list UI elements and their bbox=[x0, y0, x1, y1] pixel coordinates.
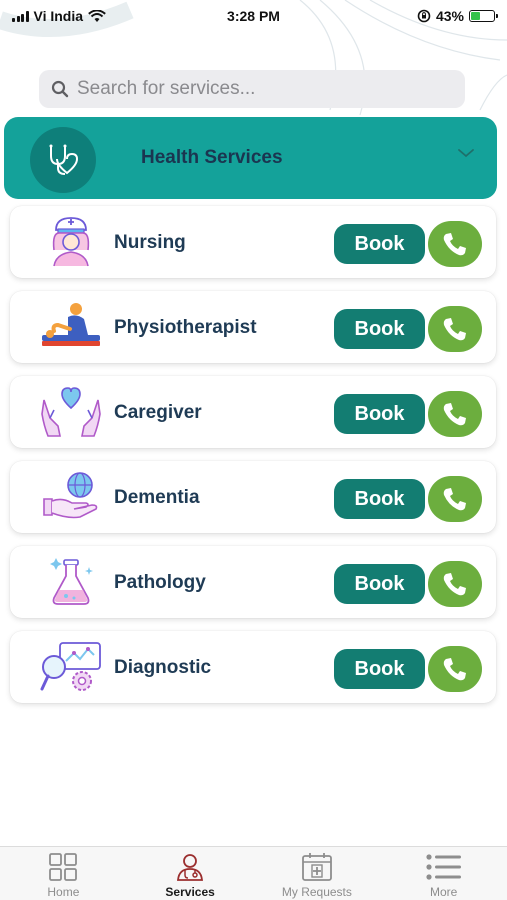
chevron-down-icon[interactable] bbox=[457, 147, 475, 159]
tab-home[interactable]: Home bbox=[0, 847, 127, 900]
call-button-physiotherapist[interactable] bbox=[428, 306, 482, 352]
tab-label: My Requests bbox=[281, 885, 352, 899]
call-button-pathology[interactable] bbox=[428, 561, 482, 607]
diagnostic-monitor-icon bbox=[40, 642, 101, 691]
call-button-diagnostic[interactable] bbox=[428, 646, 482, 692]
lab-flask-icon bbox=[50, 558, 93, 605]
status-bar: Vi India 3:28 PM 43% bbox=[0, 0, 507, 32]
book-button-diagnostic[interactable]: Book bbox=[334, 649, 425, 689]
service-name: Dementia bbox=[114, 487, 200, 508]
service-card-nursing[interactable]: Nursing Book bbox=[10, 206, 496, 278]
globe-hand-icon bbox=[43, 472, 98, 519]
service-name: Diagnostic bbox=[114, 657, 212, 678]
call-button-nursing[interactable] bbox=[428, 221, 482, 267]
service-card-physiotherapist[interactable]: Physiotherapist Book bbox=[10, 291, 496, 363]
service-name: Nursing bbox=[114, 232, 186, 253]
status-time: 3:28 PM bbox=[227, 8, 280, 24]
book-button-dementia[interactable]: Book bbox=[334, 479, 425, 519]
phone-icon bbox=[443, 488, 466, 511]
book-button-caregiver[interactable]: Book bbox=[334, 394, 425, 434]
doctor-icon bbox=[177, 854, 204, 881]
book-button-physiotherapist[interactable]: Book bbox=[334, 309, 425, 349]
battery-level bbox=[471, 12, 481, 20]
physiotherapy-icon bbox=[42, 303, 100, 346]
service-card-caregiver[interactable]: Caregiver Book bbox=[10, 376, 496, 448]
phone-icon bbox=[443, 403, 466, 426]
call-button-dementia[interactable] bbox=[428, 476, 482, 522]
tab-more[interactable]: More bbox=[380, 847, 507, 900]
grid-icon bbox=[49, 853, 78, 881]
tab-label: Services bbox=[165, 885, 215, 899]
search-icon bbox=[51, 80, 69, 98]
book-button-pathology[interactable]: Book bbox=[334, 564, 425, 604]
category-header-health-services[interactable]: Health Services bbox=[4, 117, 497, 199]
phone-icon bbox=[443, 233, 466, 256]
service-name: Pathology bbox=[114, 572, 206, 593]
caregiver-hands-icon bbox=[41, 387, 101, 437]
tab-label: Home bbox=[47, 885, 80, 899]
orientation-lock-icon bbox=[417, 9, 431, 23]
phone-icon bbox=[443, 573, 466, 596]
tab-services[interactable]: Services bbox=[127, 847, 254, 900]
service-card-dementia[interactable]: Dementia Book bbox=[10, 461, 496, 533]
phone-icon bbox=[443, 318, 466, 341]
call-button-caregiver[interactable] bbox=[428, 391, 482, 437]
wifi-icon bbox=[88, 9, 106, 22]
bottom-tab-bar: Home Services My Requests More bbox=[0, 846, 507, 900]
battery-percent: 43% bbox=[435, 8, 464, 24]
tab-label: More bbox=[429, 885, 458, 899]
service-card-pathology[interactable]: Pathology Book bbox=[10, 546, 496, 618]
category-title: Health Services bbox=[141, 147, 283, 168]
menu-list-icon bbox=[426, 854, 461, 880]
signal-icon bbox=[12, 10, 29, 22]
book-button-nursing[interactable]: Book bbox=[334, 224, 425, 264]
nurse-icon bbox=[52, 217, 90, 267]
stethoscope-heart-icon bbox=[30, 127, 96, 193]
search-bar[interactable] bbox=[39, 70, 465, 108]
phone-icon bbox=[443, 658, 466, 681]
service-list: Nursing Book Physiotherapist Book Caregi… bbox=[10, 206, 496, 716]
search-input[interactable] bbox=[77, 78, 437, 100]
status-left: Vi India bbox=[12, 8, 182, 24]
service-card-diagnostic[interactable]: Diagnostic Book bbox=[10, 631, 496, 703]
service-name: Caregiver bbox=[114, 402, 202, 423]
battery-icon bbox=[469, 10, 498, 22]
service-name: Physiotherapist bbox=[114, 317, 257, 338]
tab-my-requests[interactable]: My Requests bbox=[254, 847, 381, 900]
carrier-name: Vi India bbox=[33, 8, 84, 24]
status-right: 43% bbox=[325, 8, 498, 24]
calendar-plus-icon bbox=[301, 853, 332, 881]
